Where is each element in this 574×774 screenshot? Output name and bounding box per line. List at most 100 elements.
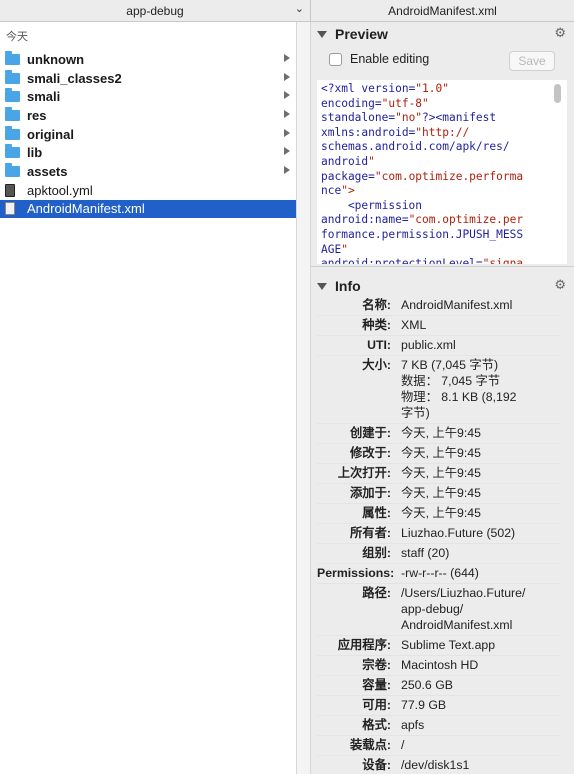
code-line: AGE" bbox=[321, 242, 348, 256]
info-value: staff (20) bbox=[401, 546, 450, 560]
gear-icon[interactable]: ⚙ bbox=[554, 277, 566, 293]
folder-row[interactable]: res bbox=[0, 106, 296, 125]
info-key: 可用: bbox=[362, 698, 391, 712]
preview-section-header[interactable]: Preview bbox=[317, 26, 388, 42]
code-line: xmlns:android="http:// bbox=[321, 125, 470, 139]
info-row: 装载点: / bbox=[317, 736, 561, 756]
item-name: AndroidManifest.xml bbox=[27, 201, 145, 217]
folder-row[interactable]: assets bbox=[0, 162, 296, 181]
item-name: assets bbox=[27, 163, 68, 179]
document-icon bbox=[5, 202, 23, 216]
info-row: 应用程序: Sublime Text.app bbox=[317, 636, 561, 656]
expand-arrow-icon[interactable] bbox=[284, 166, 290, 175]
folder-icon bbox=[5, 69, 23, 84]
expand-arrow-icon[interactable] bbox=[284, 54, 290, 62]
preview-title-bar: AndroidManifest.xml bbox=[311, 0, 574, 22]
folder-row[interactable]: smali bbox=[0, 87, 296, 106]
info-title: Info bbox=[335, 278, 361, 294]
folder-icon bbox=[5, 106, 23, 121]
info-value: 今天, 上午9:45 bbox=[401, 486, 481, 500]
folder-row[interactable]: unknown bbox=[0, 50, 296, 69]
info-row: Permissions: -rw-r--r-- (644) bbox=[317, 564, 561, 584]
code-line: standalone="no"?><manifest bbox=[321, 111, 497, 125]
info-key: 组别: bbox=[362, 546, 391, 560]
enable-editing-checkbox[interactable] bbox=[329, 52, 342, 66]
file-list: unknown smali_classes2 smali res original lib… bbox=[0, 50, 296, 219]
section-divider bbox=[311, 266, 574, 267]
column-divider[interactable] bbox=[296, 22, 311, 774]
disclosure-triangle-icon[interactable] bbox=[317, 30, 327, 38]
file-row[interactable]: AndroidManifest.xml bbox=[0, 199, 296, 219]
preview-title: Preview bbox=[335, 26, 388, 42]
item-name: apktool.yml bbox=[27, 182, 93, 198]
gear-icon[interactable]: ⚙ bbox=[554, 25, 566, 41]
info-row: 宗卷: Macintosh HD bbox=[317, 656, 561, 676]
section-label-today: 今天 bbox=[6, 31, 28, 43]
folder-icon bbox=[5, 125, 23, 140]
info-section-header[interactable]: Info bbox=[317, 278, 361, 294]
code-line: android:name="com.optimize.per bbox=[321, 213, 524, 227]
info-value: /Users/Liuzhao.Future/ app-debug/ Androi… bbox=[401, 586, 526, 632]
expand-arrow-icon[interactable] bbox=[284, 91, 290, 100]
info-key: 宗卷: bbox=[362, 658, 391, 672]
info-value: 250.6 GB bbox=[401, 678, 453, 692]
info-row: 上次打开: 今天, 上午9:45 bbox=[317, 464, 561, 484]
code-line: encoding="utf-8" bbox=[321, 96, 429, 110]
item-name: original bbox=[27, 126, 74, 142]
folder-row[interactable]: smali_classes2 bbox=[0, 69, 296, 88]
folder-row[interactable]: lib bbox=[0, 143, 296, 162]
info-key: 设备: bbox=[362, 758, 391, 772]
info-value: AndroidManifest.xml bbox=[401, 298, 513, 312]
save-button[interactable]: Save bbox=[509, 51, 555, 71]
info-row: 大小: 7 KB (7,045 字节) 数据： 7,045 字节 物理： 8.1 … bbox=[317, 356, 561, 424]
info-row: UTI: public.xml bbox=[317, 336, 561, 356]
code-preview[interactable]: <?xml version="1.0" encoding="utf-8" stand… bbox=[317, 80, 567, 264]
info-value: 今天, 上午9:45 bbox=[401, 426, 481, 440]
browser-title-bar[interactable]: app-debug ⌄ bbox=[0, 0, 311, 22]
chevron-down-icon[interactable]: ⌄ bbox=[295, 2, 304, 15]
item-name: smali_classes2 bbox=[27, 70, 122, 86]
expand-arrow-icon[interactable] bbox=[284, 72, 290, 81]
document-icon bbox=[5, 183, 23, 197]
info-key: 名称: bbox=[362, 298, 391, 312]
code-line: <permission bbox=[321, 198, 423, 212]
info-row: 所有者: Liuzhao.Future (502) bbox=[317, 524, 561, 544]
folder-icon bbox=[5, 88, 23, 103]
info-key: 路径: bbox=[362, 586, 391, 600]
info-key: 种类: bbox=[362, 318, 391, 332]
code-line: formance.permission.JPUSH_MESS bbox=[321, 227, 524, 241]
preview-scrollbar[interactable] bbox=[554, 84, 561, 103]
folder-path-title: app-debug bbox=[126, 3, 184, 18]
info-value: apfs bbox=[401, 718, 425, 732]
info-row: 设备: /dev/disk1s1 bbox=[317, 756, 561, 774]
info-value: /dev/disk1s1 bbox=[401, 758, 470, 772]
expand-arrow-icon[interactable] bbox=[284, 128, 290, 137]
info-row: 格式: apfs bbox=[317, 716, 561, 736]
info-row: 种类: XML bbox=[317, 316, 561, 336]
file-row[interactable]: apktool.yml bbox=[0, 181, 296, 200]
info-value: Macintosh HD bbox=[401, 658, 479, 672]
enable-editing-label: Enable editing bbox=[350, 52, 430, 66]
info-key: 所有者: bbox=[350, 526, 391, 540]
info-key: 上次打开: bbox=[337, 466, 391, 480]
info-value: 77.9 GB bbox=[401, 698, 447, 712]
info-key: Permissions: bbox=[317, 566, 395, 580]
info-row: 可用: 77.9 GB bbox=[317, 696, 561, 716]
info-row: 添加于: 今天, 上午9:45 bbox=[317, 484, 561, 504]
enable-editing-row[interactable]: Enable editing bbox=[329, 52, 429, 66]
info-key: 装载点: bbox=[350, 738, 391, 752]
disclosure-triangle-icon[interactable] bbox=[317, 282, 327, 290]
code-line: schemas.android.com/apk/res/ bbox=[321, 140, 510, 154]
selected-file-title: AndroidManifest.xml bbox=[388, 3, 497, 18]
info-value: / bbox=[401, 738, 405, 752]
info-key: 创建于: bbox=[350, 426, 391, 440]
expand-arrow-icon[interactable] bbox=[284, 147, 290, 156]
folder-row[interactable]: original bbox=[0, 125, 296, 144]
item-name: lib bbox=[27, 145, 43, 161]
info-row: 创建于: 今天, 上午9:45 bbox=[317, 424, 561, 444]
info-value: -rw-r--r-- (644) bbox=[401, 566, 479, 580]
expand-arrow-icon[interactable] bbox=[284, 110, 290, 119]
info-value: 7 KB (7,045 字节) 数据： 7,045 字节 物理： 8.1 KB … bbox=[401, 358, 517, 420]
code-line: nce"> bbox=[321, 184, 355, 198]
code-line: android:protectionLevel="signa bbox=[321, 257, 524, 264]
